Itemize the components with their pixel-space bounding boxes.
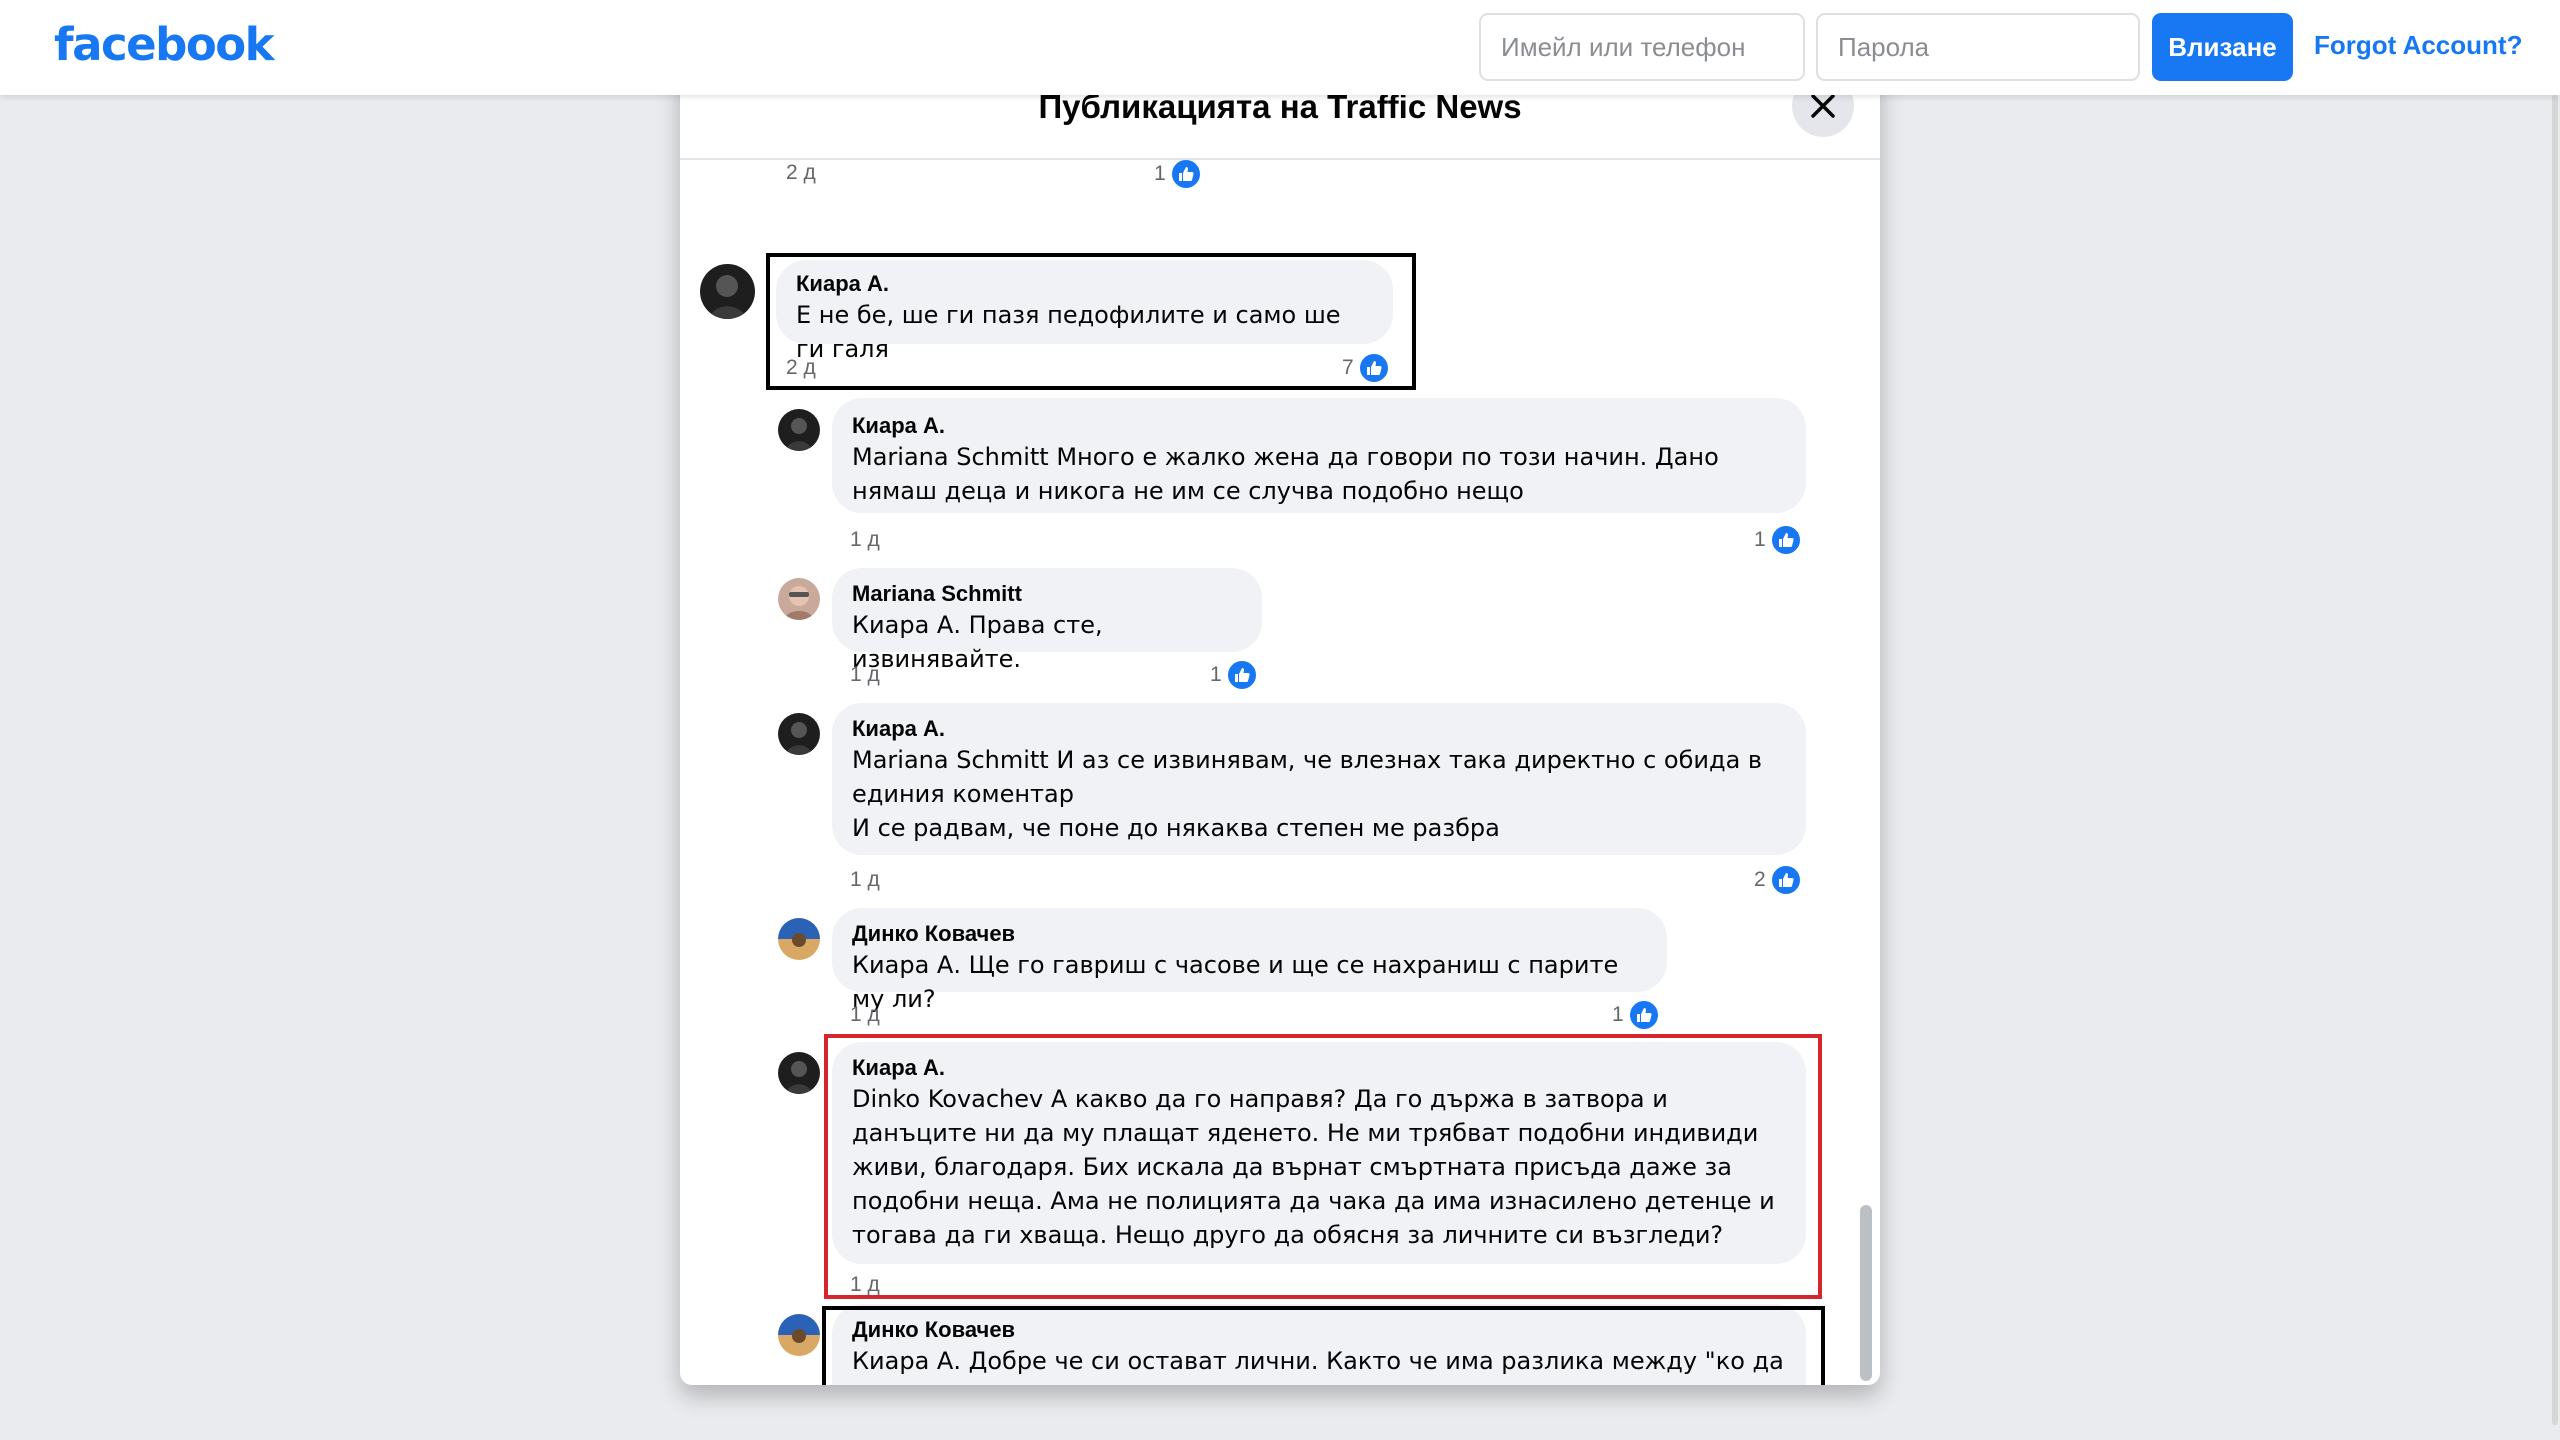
comment-author[interactable]: Киара А. [796,270,1373,298]
comment-text: Киара А. Права сте, извинявайте. [852,611,1111,673]
like-icon [1769,864,1802,896]
comment-author[interactable]: Киара А. [852,1054,1786,1082]
comment-likes[interactable]: 2 [1754,864,1802,896]
comment-author[interactable]: Киара А. [852,412,1786,440]
comment-author[interactable]: Динко Ковачев [852,920,1647,948]
like-icon [1627,999,1660,1031]
comment-time[interactable]: 2 д [786,356,816,380]
comment-bubble: Динко Ковачев Киара А. Добре че си остав… [832,1304,1806,1385]
comment-likes[interactable]: 1 [1612,999,1660,1031]
comment-text: Киара А. Добре че си остават лични. Какт… [852,1347,1784,1385]
post-dialog: Публикацията на Traffic News 2 д 1 Киара… [680,60,1880,1385]
comment-time[interactable]: 1 д [850,528,880,552]
comment-text: Е не бе, ше ги пазя педофилите и само ше… [796,301,1349,363]
like-count: 1 [1210,663,1222,686]
email-or-phone-input[interactable] [1479,13,1805,81]
comment-time[interactable]: 1 д [850,1003,880,1027]
avatar[interactable] [778,578,820,620]
like-icon [1225,659,1258,691]
like-count: 7 [1342,356,1354,379]
like-icon [1169,158,1202,190]
avatar[interactable] [700,264,755,319]
comment-time[interactable]: 2 д [786,161,816,185]
like-count: 2 [1754,868,1766,891]
avatar[interactable] [778,1314,820,1356]
avatar[interactable] [778,1052,820,1094]
comment-time[interactable]: 1 д [850,663,880,687]
comment-text: Mariana Schmitt Много е жалко жена да го… [852,443,1727,505]
page-scrollbar[interactable] [2552,95,2558,1425]
like-count: 1 [1612,1003,1624,1026]
like-count: 1 [1754,528,1766,551]
avatar[interactable] [778,713,820,755]
comment-bubble: Киара А. Mariana Schmitt И аз се извиняв… [832,703,1806,855]
comment-time[interactable]: 1 д [850,868,880,892]
comment-author[interactable]: Киара А. [852,715,1786,743]
comment-author[interactable]: Динко Ковачев [852,1316,1786,1344]
comment-time[interactable]: 1 д [850,1273,880,1297]
comment-bubble: Киара А. Mariana Schmitt Много е жалко ж… [832,398,1806,513]
like-icon [1357,352,1390,384]
avatar[interactable] [778,409,820,451]
avatar[interactable] [778,918,820,960]
comment-bubble: Киара А. Е не бе, ше ги пазя педофилите … [776,260,1393,363]
facebook-logo[interactable]: facebook [54,18,275,71]
comment-bubble: Mariana Schmitt Киара А. Права сте, изви… [832,568,1262,673]
like-count: 1 [1154,162,1166,185]
comment-text: Dinko Kovachev А какво да го направя? Да… [852,1085,1783,1249]
forgot-account-link[interactable]: Forgot Account? [2314,30,2522,61]
comment-author[interactable]: Mariana Schmitt [852,580,1242,608]
comment-bubble: Киара А. Dinko Kovachev А какво да го на… [832,1042,1806,1264]
like-icon [1769,524,1802,556]
dialog-scrollbar[interactable] [1860,1205,1872,1381]
comment-text: Киара А. Ще го гавриш с часове и ще се н… [852,951,1626,1013]
top-bar: facebook Влизане Forgot Account? [0,0,2560,95]
login-button[interactable]: Влизане [2152,13,2293,81]
comment-text: Mariana Schmitt И аз се извинявам, че вл… [852,746,1763,842]
close-icon [1811,94,1835,118]
comment-likes[interactable]: 7 [1342,352,1390,384]
comment-likes[interactable]: 1 [1754,524,1802,556]
comment-likes[interactable]: 1 [1210,659,1258,691]
comment-bubble: Динко Ковачев Киара А. Ще го гавриш с ча… [832,908,1667,1013]
password-input[interactable] [1816,13,2140,81]
comment-likes[interactable]: 1 [1154,158,1202,190]
comments-list[interactable]: 2 д 1 Киара А. Е не бе, ше ги пазя педоф… [680,158,1880,1385]
